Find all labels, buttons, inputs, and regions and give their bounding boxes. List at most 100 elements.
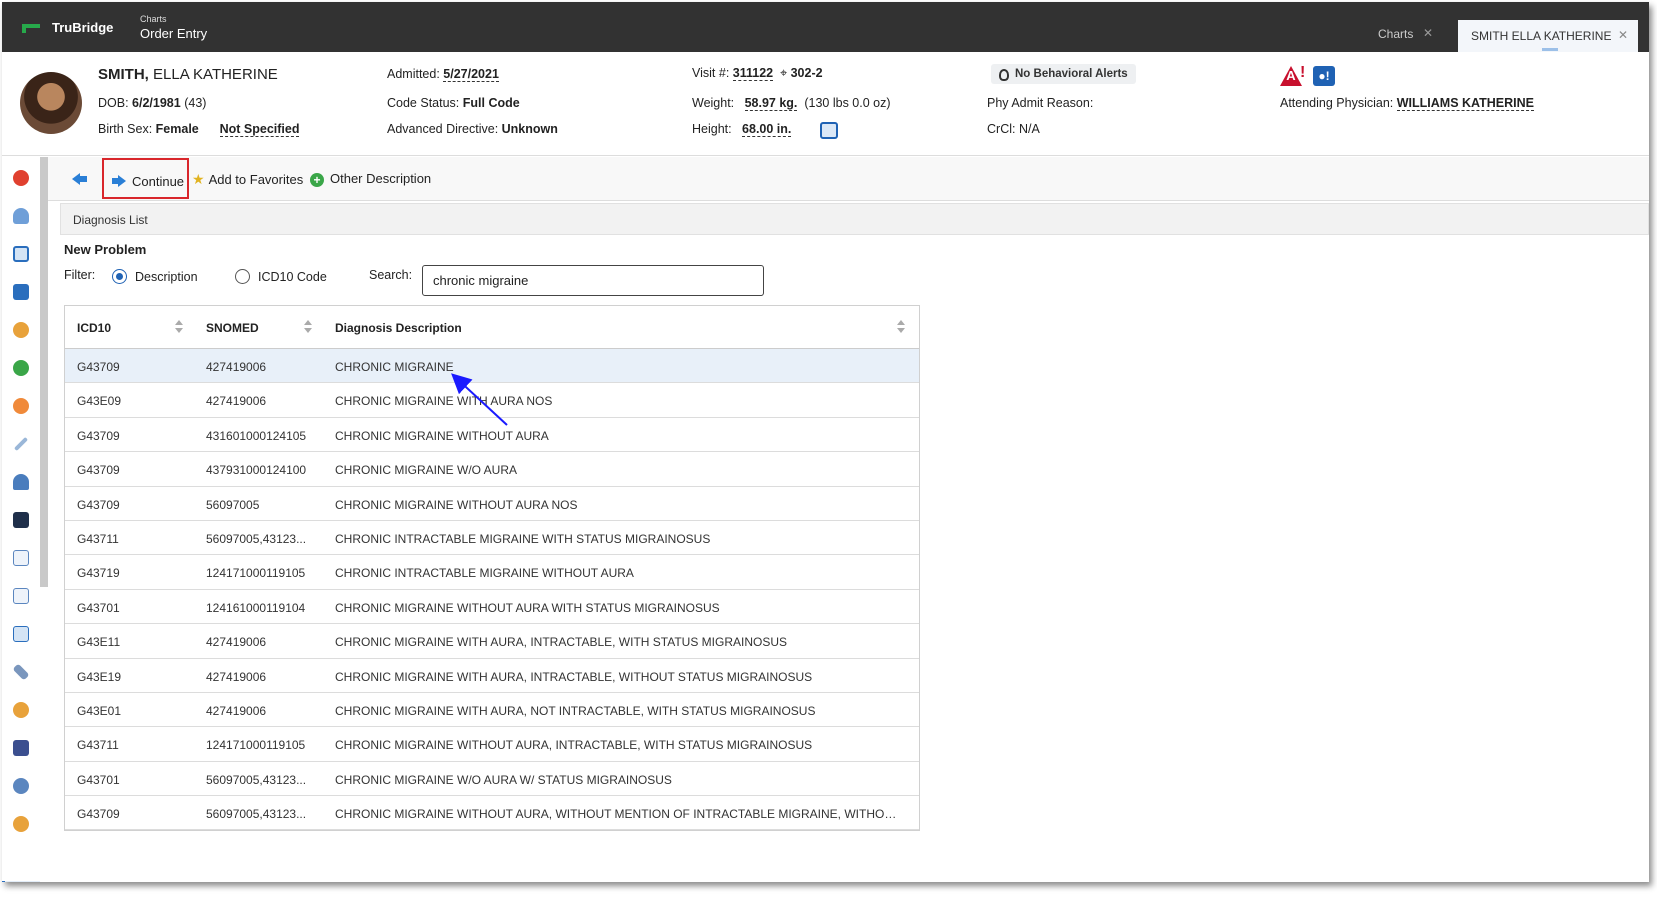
cell-icd10: G43709 bbox=[77, 463, 120, 478]
filter-description-radio[interactable] bbox=[112, 269, 127, 284]
search-input[interactable] bbox=[422, 265, 764, 296]
visit-number: Visit #: 311122 ⌖ 302-2 bbox=[692, 66, 823, 81]
cell-icd10: G43709 bbox=[77, 807, 120, 822]
attachment-icon[interactable] bbox=[12, 663, 30, 681]
code-status-value: Full Code bbox=[462, 96, 520, 110]
cell-description: CHRONIC MIGRAINE WITHOUT AURA, INTRACTAB… bbox=[335, 738, 813, 753]
column-header-icd10[interactable]: ICD10 bbox=[77, 321, 111, 335]
back-arrow-icon[interactable] bbox=[72, 171, 88, 187]
cell-icd10: G43701 bbox=[77, 600, 120, 615]
sort-icon[interactable] bbox=[175, 320, 183, 334]
patient-weight: Weight: 58.97 kg. (130 lbs 0.0 oz) bbox=[692, 96, 891, 111]
refresh-icon[interactable] bbox=[13, 398, 29, 414]
filter-description-label[interactable]: Description bbox=[135, 270, 198, 284]
sidebar-active-indicator bbox=[2, 881, 40, 882]
breadcrumb-parent[interactable]: Charts bbox=[140, 14, 167, 24]
table-row[interactable]: G43709 56097005 CHRONIC MIGRAINE WITHOUT A… bbox=[65, 487, 919, 521]
table-row[interactable]: G43709 427419006 CHRONIC MIGRAINE bbox=[65, 349, 919, 384]
weight-label: Weight: bbox=[692, 96, 738, 110]
scale-icon[interactable] bbox=[820, 122, 838, 139]
attending-link[interactable]: WILLIAMS KATHERINE bbox=[1396, 96, 1535, 111]
problem-list-icon[interactable] bbox=[13, 816, 29, 832]
table-row[interactable]: G43701 56097005,43123... CHRONIC MIGRAINE … bbox=[65, 762, 919, 797]
diagnosis-table: ICD10 SNOMED Diagnosis Description G4370… bbox=[64, 305, 920, 831]
table-row[interactable]: G43709 437931000124100 CHRONIC MIGRAINE W/… bbox=[65, 452, 919, 487]
left-nav-sidebar bbox=[2, 157, 40, 882]
cell-snomed: 427419006 bbox=[206, 635, 267, 650]
other-description-label: Other Description bbox=[330, 171, 432, 186]
table-row[interactable]: G43709 431601000124105 CHRONIC MIGRAINE WI… bbox=[65, 418, 919, 453]
top-bar: TruBridge Charts Order Entry Charts ✕ SM… bbox=[2, 2, 1649, 52]
alert-icon[interactable] bbox=[13, 170, 29, 186]
cell-snomed: 431601000124105 bbox=[206, 428, 307, 443]
cell-description: CHRONIC MIGRAINE WITH AURA, NOT INTRACTA… bbox=[335, 703, 816, 718]
dob-value: 6/2/1981 bbox=[132, 96, 181, 110]
allergy-alert-icon[interactable]: A bbox=[1280, 66, 1302, 86]
birth-sex-label: Birth Sex: bbox=[98, 122, 156, 136]
adv-directive-label: Advanced Directive: bbox=[387, 122, 502, 136]
gender-identity-link[interactable]: Not Specified bbox=[219, 122, 300, 137]
syringe-icon[interactable] bbox=[13, 436, 29, 452]
cell-snomed: 56097005,43123... bbox=[206, 531, 307, 546]
check-globe-icon[interactable] bbox=[13, 360, 29, 376]
filter-icd10-radio[interactable] bbox=[235, 269, 250, 284]
report-icon[interactable] bbox=[13, 626, 29, 642]
admitted-link[interactable]: 5/27/2021 bbox=[443, 67, 499, 82]
brand-logo[interactable]: TruBridge bbox=[22, 20, 113, 35]
document-icon[interactable] bbox=[13, 550, 29, 566]
notes-icon[interactable] bbox=[13, 588, 29, 604]
settings-globe-icon[interactable] bbox=[13, 778, 29, 794]
brand-logo-icon bbox=[22, 22, 42, 34]
other-description-button[interactable]: + Other Description bbox=[310, 171, 431, 187]
filter-icd10-label[interactable]: ICD10 Code bbox=[258, 270, 327, 284]
flask-icon[interactable] bbox=[13, 208, 29, 224]
table-row[interactable]: G43701 124161000119104 CHRONIC MIGRAINE WI… bbox=[65, 590, 919, 625]
toolbar: Continue ★ Add to Favorites + Other Descri… bbox=[48, 157, 1649, 201]
sort-icon[interactable] bbox=[897, 320, 905, 334]
behavioral-alerts-badge[interactable]: No Behavioral Alerts bbox=[991, 64, 1136, 84]
patient-alert-icon[interactable]: ●! bbox=[1313, 66, 1335, 86]
visit-link[interactable]: 311122 bbox=[732, 66, 774, 81]
column-header-description[interactable]: Diagnosis Description bbox=[335, 321, 462, 335]
table-row[interactable]: G43E09 427419006 CHRONIC MIGRAINE WITH AUR… bbox=[65, 383, 919, 418]
nurse-icon[interactable] bbox=[13, 474, 29, 490]
cell-snomed: 427419006 bbox=[206, 360, 267, 374]
dob-label: DOB: bbox=[98, 96, 133, 110]
column-header-snomed[interactable]: SNOMED bbox=[206, 321, 259, 335]
cell-description: CHRONIC MIGRAINE WITHOUT AURA NOS bbox=[335, 497, 578, 512]
close-icon[interactable]: ✕ bbox=[1618, 28, 1628, 42]
globe-icon[interactable] bbox=[13, 322, 29, 338]
cell-icd10: G43E01 bbox=[77, 703, 122, 718]
table-row[interactable]: G43719 124171000119105 CHRONIC INTRACTABLE… bbox=[65, 555, 919, 590]
checklist-icon[interactable] bbox=[13, 246, 29, 262]
table-row[interactable]: G43E19 427419006 CHRONIC MIGRAINE WITH AUR… bbox=[65, 659, 919, 693]
tab-charts[interactable]: Charts bbox=[1378, 27, 1413, 41]
continue-button[interactable]: Continue bbox=[102, 158, 189, 199]
diagnosis-icon[interactable] bbox=[13, 702, 29, 718]
cell-snomed: 427419006 bbox=[206, 669, 267, 684]
cell-icd10: G43701 bbox=[77, 772, 120, 787]
room-value: 302-2 bbox=[790, 66, 823, 80]
table-row[interactable]: G43E01 427419006 CHRONIC MIGRAINE WITH AUR… bbox=[65, 693, 919, 728]
sidebar-scrollbar[interactable] bbox=[40, 157, 48, 587]
cell-description: CHRONIC MIGRAINE W/O AURA W/ STATUS MIGR… bbox=[335, 772, 672, 787]
cell-snomed: 427419006 bbox=[206, 703, 267, 718]
table-row[interactable]: G43711 56097005,43123... CHRONIC INTRACTAB… bbox=[65, 521, 919, 556]
calendar-icon[interactable] bbox=[13, 284, 29, 300]
cell-description: CHRONIC MIGRAINE WITH AURA NOS bbox=[335, 394, 553, 409]
close-icon[interactable]: ✕ bbox=[1423, 26, 1433, 40]
patient-avatar bbox=[20, 72, 82, 134]
add-to-favorites-button[interactable]: ★ Add to Favorites bbox=[192, 171, 303, 188]
table-row[interactable]: G43709 56097005,43123... CHRONIC MIGRAINE … bbox=[65, 796, 919, 831]
cell-snomed: 427419006 bbox=[206, 394, 267, 409]
height-link[interactable]: 68.00 in. bbox=[742, 122, 792, 137]
sort-icon[interactable] bbox=[304, 320, 312, 334]
weight-link[interactable]: 58.97 kg. bbox=[744, 96, 798, 111]
table-row[interactable]: G43711 124171000119105 CHRONIC MIGRAINE WI… bbox=[65, 727, 919, 762]
section-title: New Problem bbox=[64, 242, 147, 257]
table-row[interactable]: G43E11 427419006 CHRONIC MIGRAINE WITH AUR… bbox=[65, 624, 919, 659]
monitor-icon[interactable] bbox=[13, 512, 29, 528]
birth-sex-value: Female bbox=[155, 122, 199, 136]
help-icon[interactable] bbox=[13, 740, 29, 756]
cell-description: CHRONIC MIGRAINE WITHOUT AURA WITH STATU… bbox=[335, 600, 720, 615]
